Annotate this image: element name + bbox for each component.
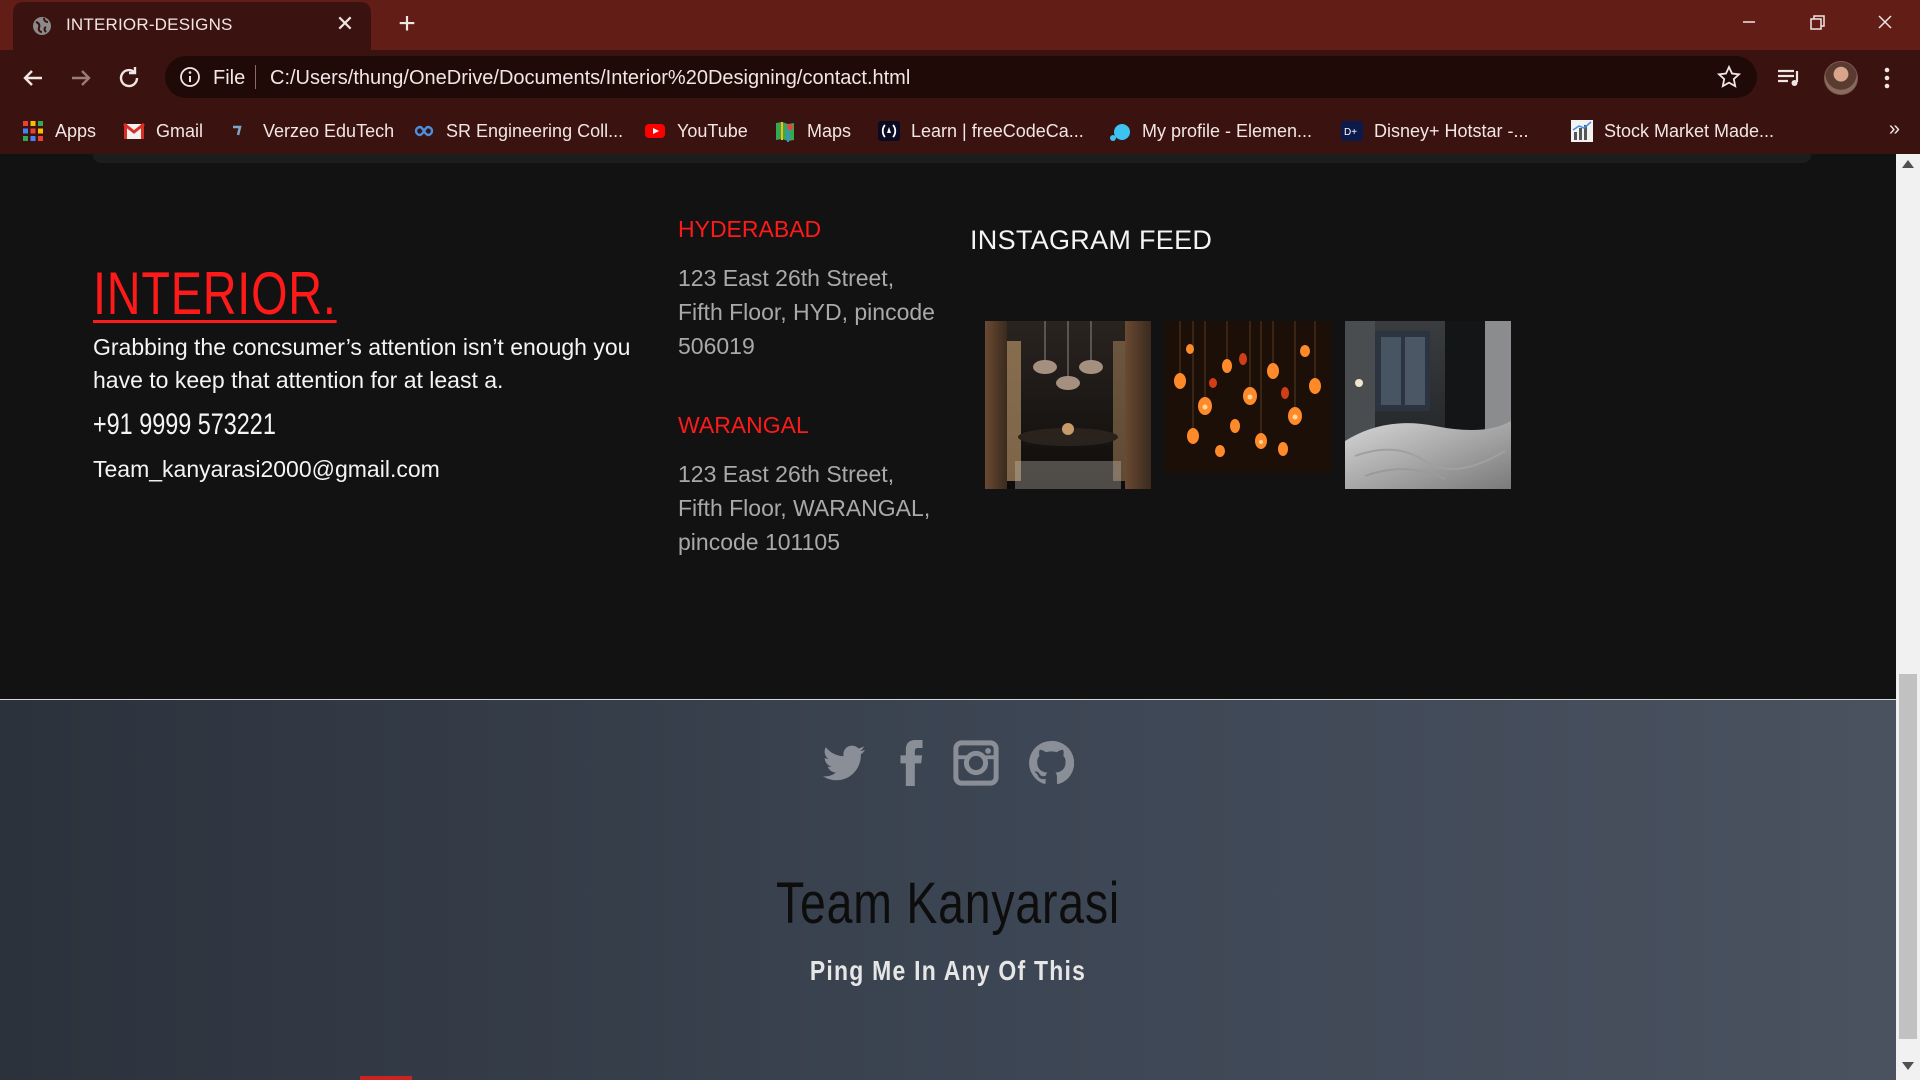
freecodecamp-icon (878, 121, 900, 141)
verzeo-icon (233, 125, 242, 136)
minimize-icon[interactable] (1729, 8, 1769, 38)
bookmark-maps[interactable]: Maps (774, 118, 851, 144)
omnibox-separator (255, 65, 256, 89)
bookmark-element[interactable]: My profile - Elemen... (1109, 118, 1312, 144)
bookmark-label: Gmail (156, 120, 204, 141)
instagram-image-dining-room[interactable] (985, 321, 1151, 489)
bookmark-label: SR Engineering Coll... (446, 120, 624, 141)
bookmark-label: Learn | freeCodeCa... (911, 120, 1084, 141)
tab-title: INTERIOR-DESIGNS (66, 15, 233, 34)
scrollbar-thumb[interactable] (1899, 674, 1917, 1039)
city-warangal: WARANGAL (678, 412, 809, 438)
url-text[interactable]: C:/Users/thung/OneDrive/Documents/Interi… (270, 67, 910, 90)
bookmark-label: YouTube (677, 120, 748, 141)
bookmark-label: Disney+ Hotstar -... (1374, 120, 1529, 141)
back-arrow-icon[interactable] (17, 62, 49, 94)
tab-close-icon[interactable]: ✕ (333, 12, 357, 36)
instagram-image-bedroom[interactable] (1345, 321, 1511, 489)
bookmark-stock-market[interactable]: Stock Market Made... (1571, 118, 1774, 144)
github-icon[interactable] (1028, 740, 1074, 786)
bookmark-sr-engineering[interactable]: SR Engineering Coll... (413, 118, 623, 144)
bookmark-apps[interactable]: Apps (22, 118, 96, 144)
address-bar[interactable]: File C:/Users/thung/OneDrive/Documents/I… (165, 56, 1757, 98)
bookmark-label: My profile - Elemen... (1142, 120, 1313, 141)
url-scheme: File (213, 67, 246, 89)
instagram-image-hanging-bulbs[interactable] (1165, 321, 1331, 489)
maps-icon (776, 122, 794, 142)
bookmark-star-icon[interactable] (1715, 63, 1743, 91)
svg-text:D+: D+ (1344, 127, 1357, 138)
close-window-icon[interactable] (1865, 8, 1905, 38)
element-icon (1110, 124, 1130, 141)
browser-tab[interactable]: INTERIOR-DESIGNS ✕ (13, 2, 371, 50)
forward-arrow-icon[interactable] (65, 62, 97, 94)
bookmarks-overflow-button[interactable]: » (1889, 118, 1900, 141)
bookmark-label: Apps (55, 120, 97, 141)
stock-chart-icon (1571, 120, 1593, 142)
browser-titlebar: INTERIOR-DESIGNS ✕ + (0, 0, 1920, 50)
bookmark-verzeo[interactable]: Verzeo EduTech (230, 118, 394, 144)
sr-engineering-icon (414, 125, 434, 137)
team-name: Team Kanyarasi (776, 871, 1120, 936)
bookmark-hotstar[interactable]: D+ Disney+ Hotstar -... (1341, 118, 1529, 144)
brand-logo-link[interactable]: INTERIOR. (93, 259, 337, 328)
phone-number: +91 9999 573221 (93, 408, 276, 441)
bookmark-label: Maps (807, 120, 852, 141)
email-address: Team_kanyarasi2000@gmail.com (93, 456, 440, 482)
scroll-down-arrow-icon[interactable] (1902, 1062, 1914, 1070)
scroll-up-arrow-icon[interactable] (1902, 160, 1914, 168)
apps-grid-icon (23, 121, 43, 141)
bookmark-freecodecamp[interactable]: Learn | freeCodeCa... (878, 118, 1084, 144)
gmail-icon (123, 122, 145, 139)
reload-icon[interactable] (113, 62, 145, 94)
facebook-icon[interactable] (888, 740, 934, 786)
city-hyderabad: HYDERABAD (678, 216, 822, 242)
hotstar-icon: D+ (1341, 121, 1363, 141)
bookmark-gmail[interactable]: Gmail (123, 118, 203, 144)
bookmark-label: Stock Market Made... (1604, 120, 1775, 141)
info-icon[interactable] (179, 66, 201, 88)
page-bottom-accent (360, 1076, 412, 1080)
footer-tagline: Ping Me In Any Of This (809, 955, 1087, 986)
youtube-icon (645, 124, 665, 138)
bookmark-label: Verzeo EduTech (263, 120, 395, 141)
browser-toolbar: File C:/Users/thung/OneDrive/Documents/I… (0, 50, 1920, 106)
media-queue-icon[interactable] (1773, 62, 1805, 94)
instagram-icon[interactable] (953, 740, 999, 786)
menu-dots-icon[interactable] (1871, 62, 1903, 94)
bookmark-youtube[interactable]: YouTube (644, 118, 748, 144)
contact-card-edge (93, 154, 1811, 163)
address-warangal: 123 East 26th Street, Fifth Floor, WARAN… (678, 461, 931, 555)
twitter-icon[interactable] (821, 740, 867, 786)
globe-icon (33, 17, 51, 35)
new-tab-button[interactable]: + (392, 9, 422, 39)
instagram-feed-title: INSTAGRAM FEED (970, 225, 1213, 255)
about-text: Grabbing the concsumer’s attention isn’t… (93, 334, 631, 393)
bookmarks-bar: Apps Gmail Verzeo EduTech SR Engineering… (0, 106, 1920, 154)
address-hyderabad: 123 East 26th Street, Fifth Floor, HYD, … (678, 265, 935, 359)
site-footer: Team Kanyarasi Ping Me In Any Of This (0, 699, 1896, 1080)
page-viewport: INTERIOR. Grabbing the concsumer’s atten… (0, 154, 1896, 1080)
profile-avatar[interactable] (1824, 61, 1858, 95)
vertical-scrollbar[interactable] (1896, 154, 1920, 1080)
restore-icon[interactable] (1797, 8, 1837, 38)
